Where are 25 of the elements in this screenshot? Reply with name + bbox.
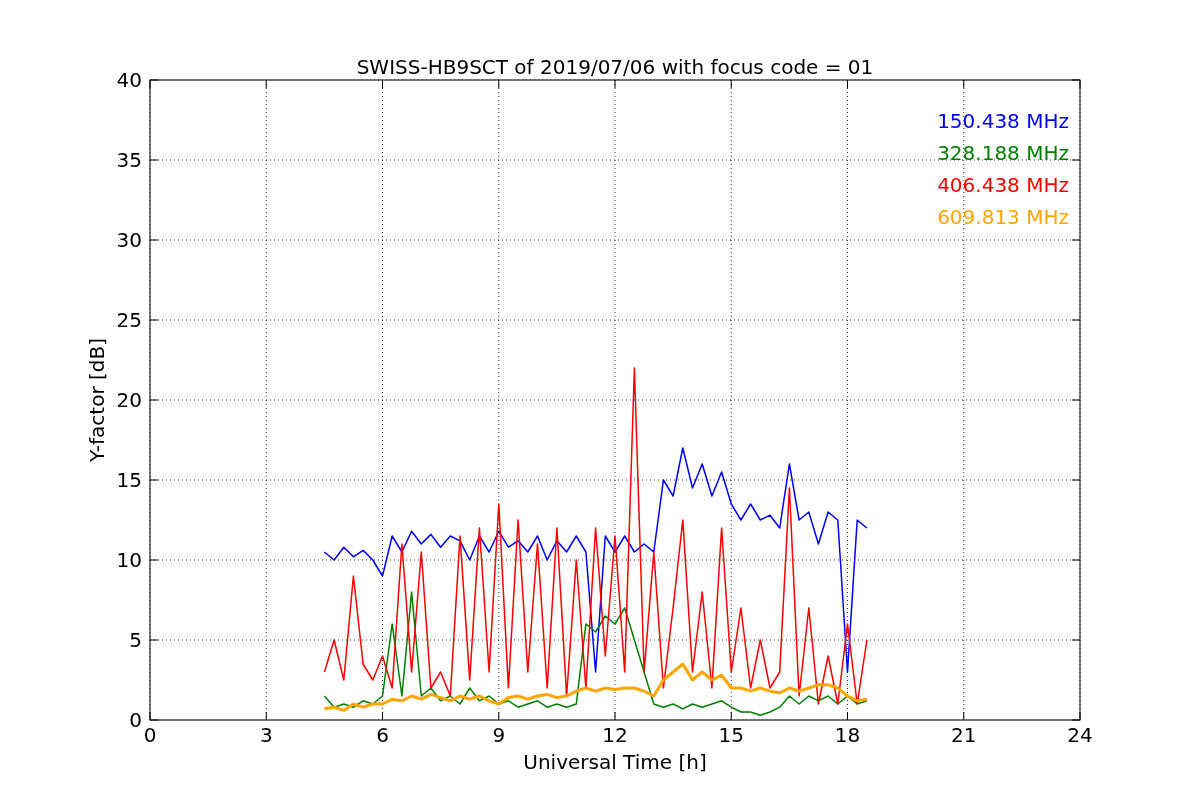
tick-label: 18 — [834, 723, 861, 747]
tick-label: 20 — [116, 388, 142, 412]
legend-text: 150.438 MHz — [937, 109, 1069, 133]
tick-label: 21 — [951, 723, 977, 747]
tick-label: 40 — [116, 68, 142, 92]
tick-label: 12 — [602, 723, 628, 747]
legend-text: 609.813 MHz — [937, 205, 1069, 229]
tick-label: 15 — [116, 468, 142, 492]
tick-label: 3 — [259, 723, 273, 747]
tick-label: 9 — [492, 723, 506, 747]
chart-title: SWISS-HB9SCT of 2019/07/06 with focus code = 01 — [356, 55, 874, 79]
tick-label: 6 — [376, 723, 389, 747]
tick-label: 0 — [143, 723, 157, 747]
tick-label: 0 — [129, 708, 142, 732]
tick-label: 5 — [129, 628, 142, 652]
axis-label: Y-factor [dB] — [85, 338, 109, 462]
tick-label: 24 — [1067, 723, 1093, 747]
tick-label: 25 — [116, 308, 142, 332]
legend-text: 328.188 MHz — [937, 141, 1069, 165]
tick-label: 35 — [116, 148, 142, 172]
tick-label: 10 — [116, 548, 142, 572]
legend-text: 406.438 MHz — [937, 173, 1069, 197]
axis-label: Universal Time [h] — [523, 750, 707, 774]
tick-label: 15 — [718, 723, 744, 747]
tick-label: 30 — [116, 228, 142, 252]
